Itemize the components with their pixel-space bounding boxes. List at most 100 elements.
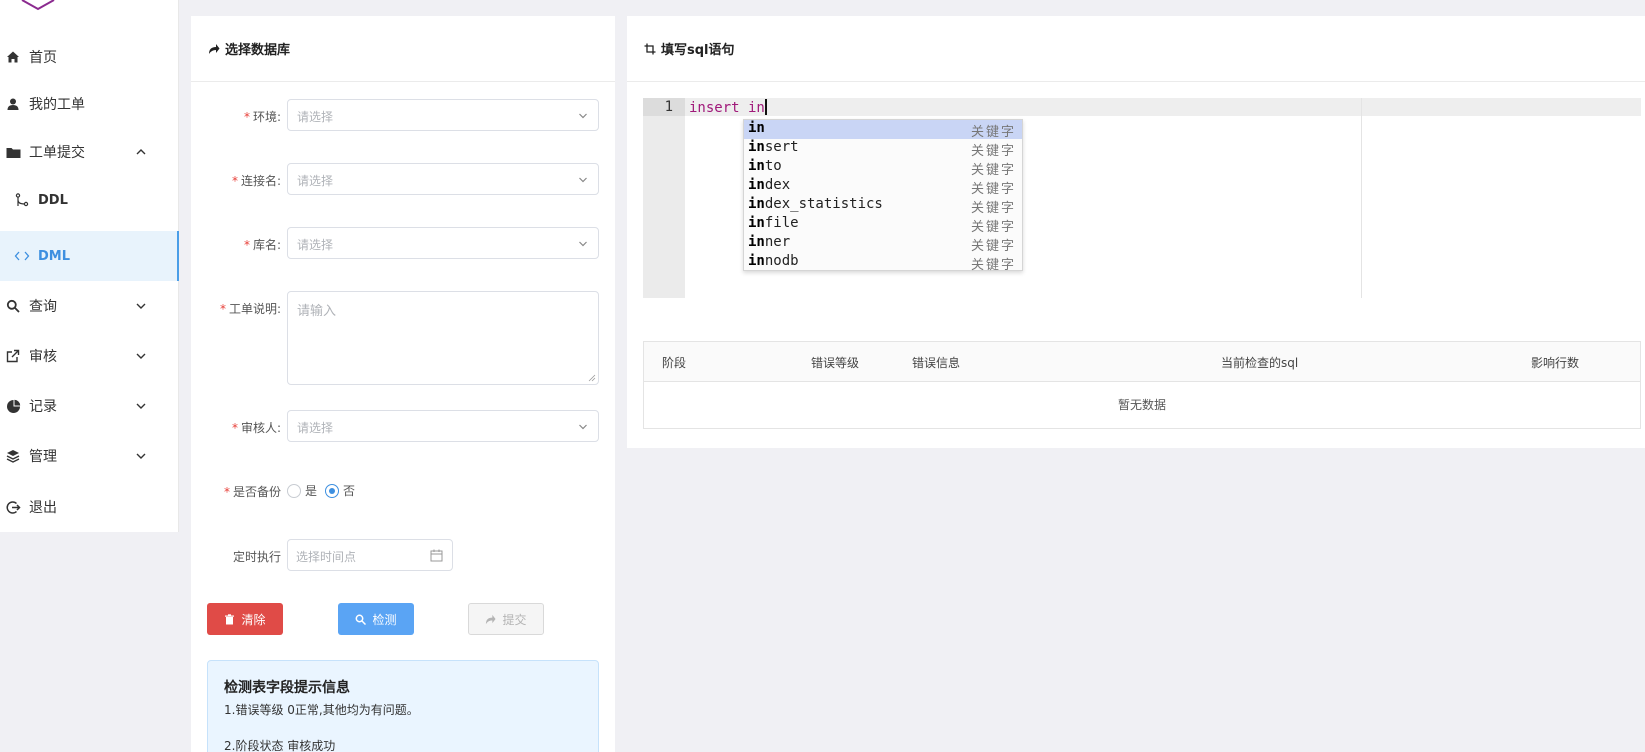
user-icon xyxy=(5,96,21,112)
external-link-icon xyxy=(5,348,21,364)
col-stage: 阶段 xyxy=(662,356,687,370)
description-textarea[interactable]: 请输入 xyxy=(287,291,599,385)
backup-yes-radio[interactable] xyxy=(287,483,301,498)
autocomplete-popup: in 关键字 insert 关键字 into 关键字 index 关键字 ind… xyxy=(743,119,1023,273)
match-prefix: in xyxy=(748,215,765,231)
backup-no-label[interactable]: 否 xyxy=(343,482,355,499)
chevron-down-icon xyxy=(579,241,587,247)
logout-icon xyxy=(5,499,21,515)
layers-icon xyxy=(5,448,21,464)
autocomplete-item[interactable]: into 关键字 xyxy=(744,158,1022,178)
sidebar-item-logout[interactable]: 退出 xyxy=(0,482,179,532)
database-label-text: 库名: xyxy=(252,238,281,252)
connection-select[interactable]: 请选择 xyxy=(287,163,599,195)
select-database-panel: 选择数据库 * 环境: 请选择 * 连接名: 请选择 * 库名: 请选择 * 工单说明:… xyxy=(191,16,615,752)
col-current-sql: 当前检查的sql xyxy=(1221,356,1299,370)
autocomplete-meta: 关键字 xyxy=(970,258,1016,273)
code-line-1[interactable]: insert in xyxy=(689,99,767,116)
word-rest: dex_statistics xyxy=(764,196,883,212)
match-prefix: in xyxy=(748,234,765,250)
backup-no-radio[interactable] xyxy=(325,483,340,498)
panel-title: 填写sql语句 xyxy=(661,43,735,58)
submit-button[interactable]: 提交 xyxy=(468,603,544,635)
env-select[interactable]: 请选择 xyxy=(287,99,599,131)
sidebar-item-label: 管理 xyxy=(29,449,57,465)
backup-radio-group: 是 否 xyxy=(287,482,363,499)
schedule-placeholder: 选择时间点 xyxy=(296,550,357,564)
chevron-up-icon xyxy=(136,149,146,155)
text-cursor xyxy=(764,99,767,115)
autocomplete-meta: 关键字 xyxy=(970,182,1016,197)
required-mark: * xyxy=(231,421,238,435)
description-placeholder: 请输入 xyxy=(297,304,337,319)
share-icon xyxy=(208,43,220,55)
autocomplete-item[interactable]: infile 关键字 xyxy=(744,215,1022,235)
autocomplete-meta: 关键字 xyxy=(970,163,1016,178)
env-label: * 环境: xyxy=(244,108,281,125)
database-select[interactable]: 请选择 xyxy=(287,227,599,259)
autocomplete-item[interactable]: inner 关键字 xyxy=(744,234,1022,254)
word-rest: nodb xyxy=(764,253,799,269)
autocomplete-word: index xyxy=(748,177,790,193)
sidebar-item-query[interactable]: 查询 xyxy=(0,281,179,331)
connection-placeholder: 请选择 xyxy=(297,174,334,188)
sidebar-item-ddl[interactable]: DDL xyxy=(0,175,179,225)
clear-button[interactable]: 清除 xyxy=(207,603,283,635)
autocomplete-item[interactable]: innodb 关键字 xyxy=(744,253,1022,273)
reviewer-label-text: 审核人: xyxy=(240,421,281,435)
word-rest: sert xyxy=(764,139,799,155)
check-result-table: 阶段 错误等级 错误信息 当前检查的sql 影响行数 暂无数据 xyxy=(643,341,1641,429)
sidebar-item-order-submit[interactable]: 工单提交 xyxy=(0,127,179,177)
info-line-2: 2.阶段状态 审核成功 xyxy=(224,739,336,752)
autocomplete-meta: 关键字 xyxy=(970,125,1016,140)
search-icon xyxy=(355,614,367,625)
reviewer-row: * 审核人: 请选择 xyxy=(191,410,615,444)
autocomplete-meta: 关键字 xyxy=(970,144,1016,159)
env-placeholder: 请选择 xyxy=(297,110,334,124)
sidebar-item-label: 记录 xyxy=(29,399,57,415)
database-placeholder: 请选择 xyxy=(297,238,334,252)
print-margin xyxy=(1361,98,1362,298)
sidebar-item-home[interactable]: 首页 xyxy=(0,32,179,82)
env-label-text: 环境: xyxy=(252,110,281,124)
required-mark: * xyxy=(219,302,226,316)
sidebar-item-manage[interactable]: 管理 xyxy=(0,431,179,481)
chevron-down-icon xyxy=(579,113,587,119)
code-text: insert in xyxy=(689,100,765,116)
branch-icon xyxy=(14,192,30,208)
check-button[interactable]: 检测 xyxy=(338,603,414,635)
match-prefix: in xyxy=(748,177,765,193)
autocomplete-item[interactable]: insert 关键字 xyxy=(744,139,1022,159)
backup-yes-label[interactable]: 是 xyxy=(305,482,317,499)
crop-icon xyxy=(644,43,656,55)
match-prefix: in xyxy=(748,120,765,136)
check-button-label: 检测 xyxy=(372,612,397,627)
clear-button-label: 清除 xyxy=(241,612,266,627)
sidebar-item-label: 首页 xyxy=(29,50,57,66)
schedule-datepicker[interactable]: 选择时间点 xyxy=(287,539,453,571)
line-number: 1 xyxy=(664,99,673,115)
sidebar-item-label: 查询 xyxy=(29,299,57,315)
col-error-level: 错误等级 xyxy=(811,356,860,370)
autocomplete-item[interactable]: index_statistics 关键字 xyxy=(744,196,1022,216)
calendar-icon xyxy=(430,549,443,562)
backup-label-text: 是否备份 xyxy=(232,485,281,499)
sidebar-item-dml[interactable]: DML xyxy=(0,231,179,281)
sidebar-item-records[interactable]: 记录 xyxy=(0,381,179,431)
sidebar-item-review[interactable]: 审核 xyxy=(0,331,179,381)
schedule-label: 定时执行 xyxy=(232,550,281,564)
code-icon xyxy=(14,248,30,264)
check-info-box: 检测表字段提示信息 1.错误等级 0正常,其他均为有问题。 2.阶段状态 审核成… xyxy=(207,660,599,752)
autocomplete-item[interactable]: in 关键字 xyxy=(744,120,1022,140)
chevron-down-icon xyxy=(136,303,146,309)
sidebar-item-my-orders[interactable]: 我的工单 xyxy=(0,79,179,129)
resize-grip-icon[interactable] xyxy=(588,374,596,382)
autocomplete-meta: 关键字 xyxy=(970,220,1016,235)
word-rest: file xyxy=(764,215,799,231)
sidebar-item-label: 退出 xyxy=(29,500,57,516)
required-mark: * xyxy=(243,110,250,124)
reviewer-select[interactable]: 请选择 xyxy=(287,410,599,442)
description-label: * 工单说明: xyxy=(220,300,281,317)
autocomplete-word: index_statistics xyxy=(748,196,883,212)
autocomplete-item[interactable]: index 关键字 xyxy=(744,177,1022,197)
